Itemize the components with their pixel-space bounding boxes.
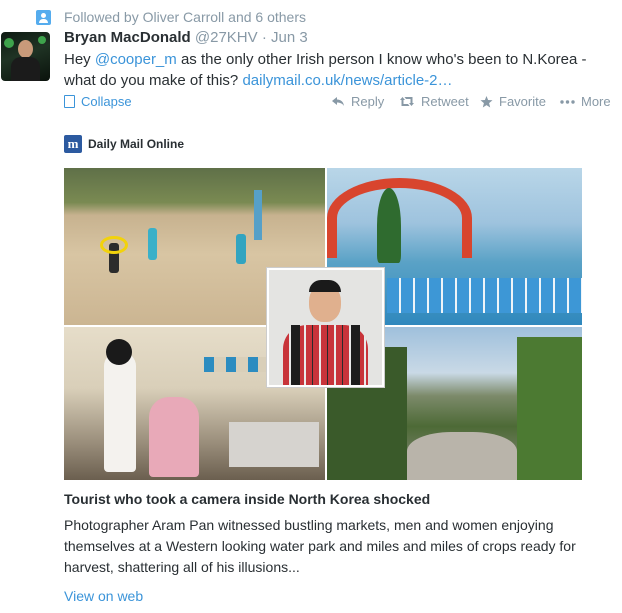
tweet-text-start: Hey	[64, 51, 95, 68]
separator-dot: ·	[261, 29, 267, 46]
card-source-name: Daily Mail Online	[88, 137, 185, 151]
daily-mail-logo: m	[64, 135, 82, 153]
tweet-text: Hey @cooper_m as the only other Irish pe…	[64, 49, 609, 91]
card-description: Photographer Aram Pan witnessed bustling…	[64, 517, 576, 575]
reply-button[interactable]: Reply	[331, 94, 384, 109]
more-label: More	[581, 94, 611, 109]
collapse-button[interactable]: Collapse	[64, 94, 132, 109]
author-name[interactable]: Bryan MacDonald	[64, 29, 191, 46]
avatar[interactable]	[1, 32, 50, 81]
context-line: Followed by Oliver Carroll and 6 others	[64, 9, 306, 25]
person-icon	[36, 10, 51, 25]
author-handle[interactable]: @27KHV	[195, 29, 258, 46]
star-icon	[480, 95, 493, 107]
reply-icon	[332, 97, 344, 106]
favorite-label: Favorite	[499, 94, 546, 109]
collapse-label: Collapse	[81, 94, 132, 109]
tweet-date[interactable]: Jun 3	[271, 29, 308, 46]
favorite-button[interactable]: Favorite	[480, 94, 546, 109]
more-button[interactable]: More	[560, 94, 611, 109]
portrait-photo	[267, 268, 384, 387]
document-icon	[64, 95, 75, 108]
retweet-label: Retweet	[421, 94, 469, 109]
mention-link[interactable]: @cooper_m	[95, 51, 177, 68]
article-link[interactable]: dailymail.co.uk/news/article-2…	[242, 72, 452, 89]
retweet-icon	[400, 97, 414, 106]
more-icon	[560, 99, 575, 104]
retweet-button[interactable]: Retweet	[399, 94, 469, 109]
reply-label: Reply	[351, 94, 385, 109]
card-title[interactable]: Tourist who took a camera inside North K…	[64, 491, 430, 507]
view-on-web-link[interactable]: View on web	[64, 588, 143, 604]
tweet-header: Bryan MacDonald @27KHV · Jun 3	[64, 29, 308, 46]
